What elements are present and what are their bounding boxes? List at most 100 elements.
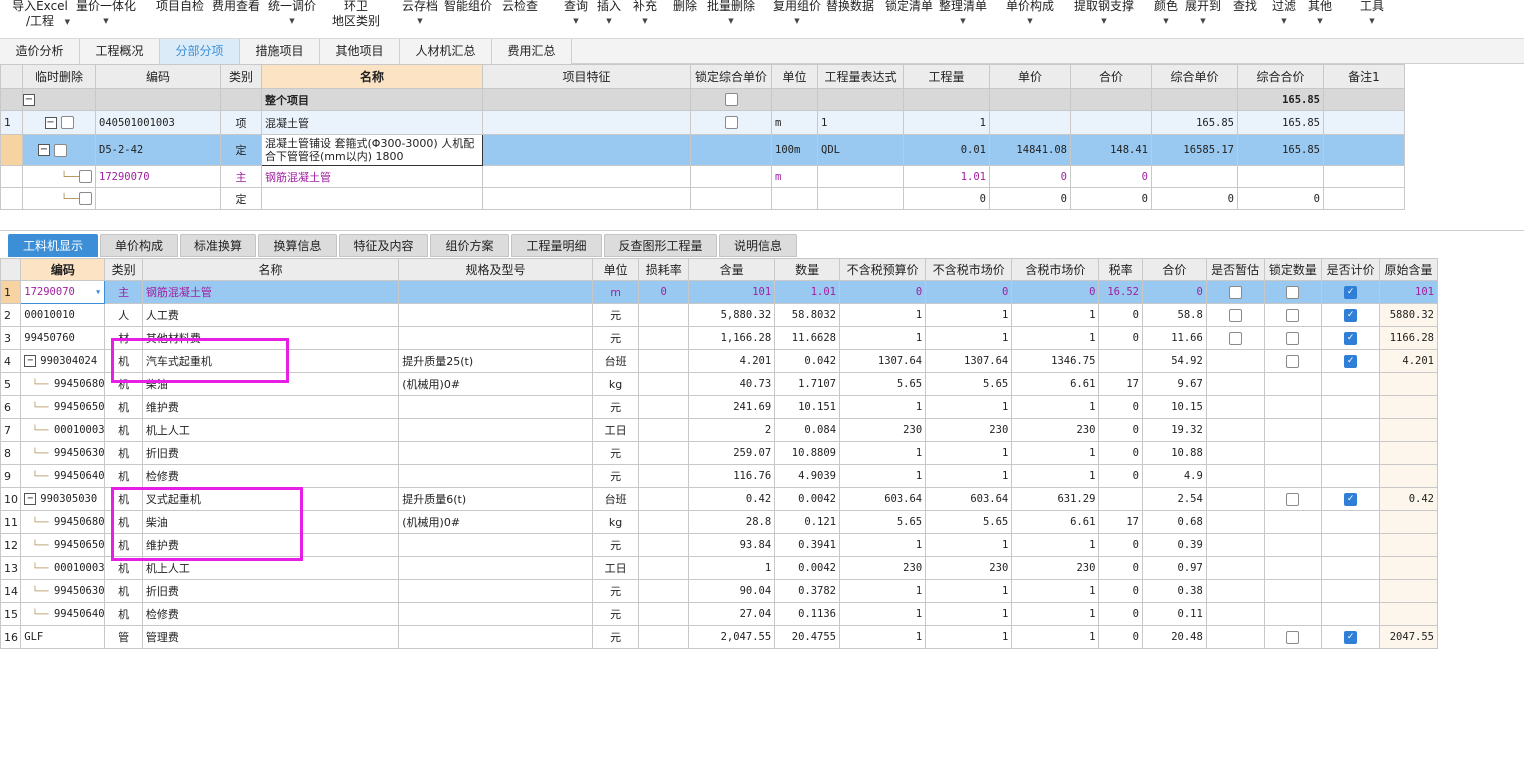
column-header[interactable]: 名称 — [141, 258, 400, 281]
item-code[interactable]: 040501001003 — [95, 110, 221, 135]
content[interactable]: 93.84 — [688, 533, 776, 557]
column-header[interactable]: 名称 — [261, 64, 483, 89]
resource-code[interactable]: └── 99450640 — [20, 464, 106, 488]
pretax-budget-price[interactable]: 1 — [839, 326, 927, 350]
temp-delete-checkbox[interactable] — [60, 116, 74, 130]
pretax-market-price[interactable]: 1 — [925, 464, 1013, 488]
taxed-market-price[interactable]: 1 — [1011, 533, 1100, 557]
temp-delete-checkbox[interactable] — [79, 192, 92, 206]
item-name[interactable] — [261, 187, 483, 210]
resource-name[interactable]: 管理费 — [141, 625, 400, 649]
calc-cell[interactable]: ✓ — [1321, 349, 1381, 373]
taxed-market-price[interactable]: 1 — [1011, 602, 1100, 626]
resource-unit[interactable]: 元 — [591, 395, 640, 419]
quantity[interactable]: 1.01 — [774, 280, 841, 304]
resource-name[interactable]: 检修费 — [141, 602, 400, 626]
tab-main-4[interactable]: 其他项目 — [320, 39, 400, 64]
pretax-budget-price[interactable]: 1 — [839, 441, 927, 465]
content[interactable]: 90.04 — [688, 579, 776, 603]
resource-unit[interactable]: 工日 — [591, 556, 640, 580]
content[interactable]: 1 — [688, 556, 776, 580]
taxed-market-price[interactable]: 1 — [1011, 326, 1100, 350]
item-code[interactable]: D5-2-42 — [95, 134, 221, 166]
temp-delete-cell[interactable]: └── — [22, 165, 96, 188]
tab-main-3[interactable]: 措施项目 — [240, 39, 320, 64]
resource-code[interactable]: 00010010 — [20, 303, 106, 327]
item-unit[interactable] — [771, 187, 818, 210]
pretax-budget-price[interactable]: 230 — [839, 418, 927, 442]
calc-cell[interactable] — [1321, 533, 1381, 557]
resource-code[interactable]: └── 99450650 — [20, 533, 106, 557]
item-name[interactable]: 混凝土管铺设 套箍式(Φ300-3000) 人机配合下管管径(mm以内) 180… — [261, 134, 483, 166]
taxed-market-price[interactable]: 1 — [1011, 303, 1100, 327]
temp-delete-checkbox[interactable] — [54, 143, 67, 157]
taxed-market-price[interactable]: 1 — [1011, 395, 1100, 419]
taxed-market-price[interactable]: 6.61 — [1011, 372, 1100, 396]
calc-cell[interactable] — [1321, 395, 1381, 419]
loss-rate[interactable] — [638, 464, 690, 488]
loss-rate[interactable] — [638, 326, 690, 350]
loss-rate[interactable] — [638, 418, 690, 442]
quantity[interactable]: 11.6628 — [774, 326, 841, 350]
column-header[interactable]: 规格及型号 — [398, 258, 593, 281]
lock-price-cell[interactable] — [690, 165, 772, 188]
resource-unit[interactable]: m — [591, 280, 640, 304]
lock-quantity-checkbox[interactable] — [1286, 308, 1300, 322]
taxed-market-price[interactable]: 230 — [1011, 556, 1100, 580]
lock-qty-cell[interactable] — [1263, 510, 1323, 534]
tab-main-1[interactable]: 工程概况 — [80, 39, 160, 64]
column-header[interactable] — [0, 64, 23, 89]
lock-qty-cell[interactable] — [1263, 280, 1323, 304]
resource-unit[interactable]: 台班 — [591, 487, 640, 511]
resource-spec[interactable] — [398, 625, 593, 649]
resource-type[interactable]: 机 — [104, 464, 143, 488]
lock-price-cell[interactable] — [690, 134, 772, 166]
content[interactable]: 28.8 — [688, 510, 776, 534]
estimate-checkbox[interactable] — [1228, 285, 1242, 299]
resource-spec[interactable] — [398, 533, 593, 557]
estimate-cell[interactable] — [1205, 556, 1265, 580]
content[interactable]: 1,166.28 — [688, 326, 776, 350]
estimate-cell[interactable] — [1205, 533, 1265, 557]
remark[interactable] — [1323, 187, 1405, 210]
quantity[interactable]: 0.01 — [903, 134, 990, 166]
pretax-budget-price[interactable]: 230 — [839, 556, 927, 580]
resource-row[interactable]: 14 └── 99450630 机折旧费元 90.04 0.3782 1 1 1 0 0.38 — [0, 579, 1438, 603]
pretax-market-price[interactable]: 5.65 — [925, 510, 1013, 534]
pretax-budget-price[interactable]: 0 — [839, 280, 927, 304]
tax-rate[interactable]: 0 — [1098, 464, 1143, 488]
quantity-expression[interactable] — [817, 187, 904, 210]
pretax-budget-price[interactable]: 1 — [839, 533, 927, 557]
pretax-budget-price[interactable]: 5.65 — [839, 372, 927, 396]
tab-main-0[interactable]: 造价分析 — [0, 39, 80, 64]
content[interactable]: 2 — [688, 418, 776, 442]
resource-code[interactable]: └── 00010003 — [20, 418, 106, 442]
item-type[interactable]: 项 — [220, 110, 262, 135]
toolbar-button-1[interactable]: 量价一体化 ▼ — [66, 0, 146, 29]
tab-main-2[interactable]: 分部分项 — [160, 39, 240, 64]
pretax-market-price[interactable]: 1 — [925, 441, 1013, 465]
tab-main-5[interactable]: 人材机汇总 — [400, 39, 492, 64]
estimate-checkbox[interactable] — [1228, 308, 1242, 322]
include-in-price-checkbox[interactable]: ✓ — [1344, 285, 1358, 299]
resource-spec[interactable] — [398, 441, 593, 465]
lock-qty-cell[interactable] — [1263, 579, 1323, 603]
column-header[interactable]: 综合单价 — [1151, 64, 1238, 89]
taxed-market-price[interactable]: 6.61 — [1011, 510, 1100, 534]
item-feature[interactable] — [482, 110, 691, 135]
resource-code[interactable]: −990305030 — [20, 487, 106, 511]
column-header[interactable]: 单位 — [771, 64, 818, 89]
column-header[interactable]: 项目特征 — [482, 64, 691, 89]
tax-rate[interactable]: 0 — [1098, 303, 1143, 327]
lock-qty-cell[interactable] — [1263, 395, 1323, 419]
lock-qty-cell[interactable] — [1263, 625, 1323, 649]
estimate-cell[interactable] — [1205, 441, 1265, 465]
estimate-cell[interactable] — [1205, 349, 1265, 373]
loss-rate[interactable] — [638, 602, 690, 626]
item-type[interactable]: 定 — [220, 187, 262, 210]
resource-code[interactable]: └── 99450630 — [20, 441, 106, 465]
lock-qty-cell[interactable] — [1263, 303, 1323, 327]
calc-cell[interactable] — [1321, 372, 1381, 396]
quantity-expression[interactable]: 1 — [817, 110, 904, 135]
calc-cell[interactable] — [1321, 579, 1381, 603]
